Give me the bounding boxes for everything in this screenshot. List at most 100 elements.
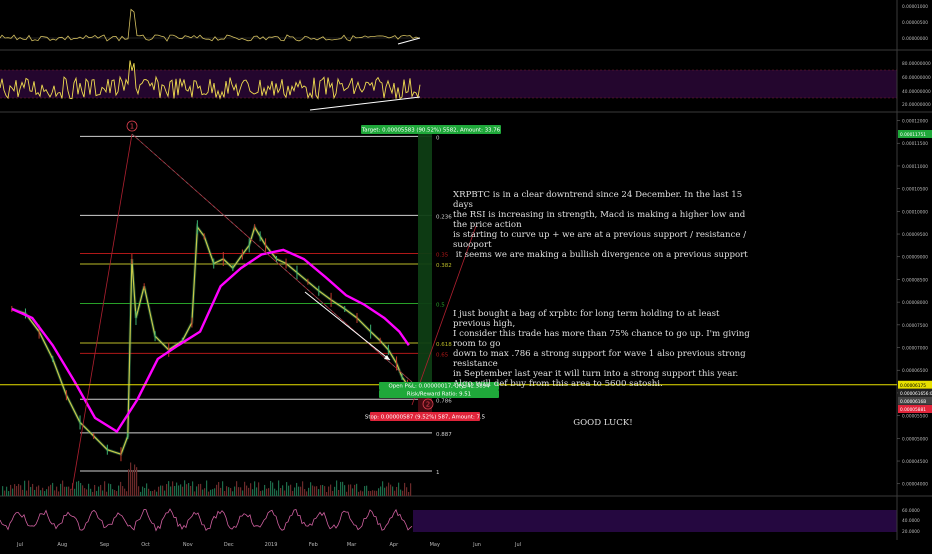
- volume-bar: [106, 491, 108, 496]
- volume-bar: [268, 488, 270, 496]
- volume-bar: [274, 488, 276, 496]
- volume-bar: [336, 480, 338, 496]
- volume-bar: [396, 486, 398, 496]
- volume-bar: [378, 488, 380, 496]
- volume-bar: [128, 469, 130, 496]
- bottom-tick-label: 40.0000: [902, 518, 920, 524]
- volume-bar: [256, 487, 258, 496]
- volume-bar: [216, 484, 218, 496]
- volume-bar: [380, 486, 382, 496]
- volume-bar: [68, 486, 70, 496]
- volume-bar: [76, 481, 78, 496]
- volume-bar: [214, 488, 216, 496]
- volume-bar: [202, 489, 204, 496]
- volume-bar: [280, 487, 282, 496]
- wave-label-0: 1: [130, 123, 134, 131]
- volume-bar: [408, 491, 410, 496]
- volume-bar: [248, 487, 250, 496]
- volume-bar: [90, 488, 92, 496]
- volume-bar: [182, 486, 184, 496]
- volume-bar: [224, 490, 226, 496]
- volume-bar: [142, 486, 144, 496]
- volume-bar: [108, 483, 110, 496]
- volume-bar: [276, 490, 278, 496]
- volume-bar: [164, 490, 166, 496]
- y-tick-label: 0.00009500: [902, 232, 928, 238]
- volume-bar: [246, 485, 248, 496]
- volume-bar: [376, 490, 378, 496]
- analysis-note: XRPBTC is in a clear downtrend since 24 …: [453, 170, 753, 438]
- volume-bar: [368, 490, 370, 496]
- volume-bar: [20, 485, 22, 496]
- volume-bar: [34, 489, 36, 496]
- volume-bar: [226, 486, 228, 496]
- wave-label-1: 2: [426, 401, 430, 409]
- volume-bar: [194, 491, 196, 496]
- volume-bar: [290, 484, 292, 496]
- volume-bar: [302, 481, 304, 496]
- volume-bar: [308, 487, 310, 496]
- target-label: Target: 0.00005583 (90.52%) 5582, Amount…: [361, 128, 501, 134]
- volume-bar: [314, 486, 316, 496]
- volume-bar: [154, 489, 156, 496]
- volume-bar: [366, 485, 368, 496]
- volume-bar: [204, 488, 206, 496]
- volume-bar: [30, 486, 32, 496]
- volume-bar: [50, 484, 52, 496]
- target-zone: [418, 134, 432, 385]
- volume-bar: [360, 490, 362, 496]
- volume-bar: [262, 490, 264, 496]
- volume-bar: [184, 480, 186, 496]
- volume-bar: [222, 481, 224, 496]
- fib-label-6: 0.65: [436, 352, 449, 358]
- volume-bar: [324, 486, 326, 496]
- volume-bar: [70, 488, 72, 496]
- volume-bar: [44, 491, 46, 496]
- fib-label-9: 1: [436, 470, 440, 476]
- volume-bar: [404, 482, 406, 496]
- fib-label-8: 0.887: [436, 432, 452, 438]
- y-tick-label: 0.00006500: [902, 368, 928, 374]
- price-tag-current: 0.00006175: [900, 383, 926, 389]
- volume-bar: [102, 490, 104, 496]
- volume-bar: [232, 491, 234, 496]
- volume-bar: [234, 486, 236, 496]
- fib-label-7: 0.786: [436, 398, 452, 404]
- volume-bar: [354, 484, 356, 496]
- volume-bar: [270, 480, 272, 496]
- y-tick-label: 0.00010500: [902, 187, 928, 193]
- volume-bar: [124, 488, 126, 496]
- x-tick-label: 2019: [265, 542, 278, 548]
- volume-bar: [264, 484, 266, 496]
- volume-bar: [150, 491, 152, 496]
- rsi-tick-label: 20.00000000: [902, 102, 931, 108]
- volume-bar: [346, 491, 348, 496]
- y-tick-label: 0.00007000: [902, 346, 928, 352]
- volume-bar: [136, 467, 138, 496]
- volume-bar: [6, 486, 8, 496]
- volume-bar: [40, 490, 42, 496]
- note-paragraph-2: I just bought a bag of xrpbtc for long t…: [453, 309, 750, 389]
- y-tick-label: 0.00010000: [902, 209, 928, 215]
- volume-bar: [212, 489, 214, 496]
- volume-bar: [242, 490, 244, 496]
- fib-label-0: 0: [436, 135, 440, 141]
- volume-bar: [200, 483, 202, 496]
- x-tick-label: Mar: [347, 542, 357, 548]
- volume-bar: [92, 491, 94, 496]
- volume-bar: [370, 491, 372, 496]
- volume-bar: [186, 484, 188, 496]
- volume-bar: [298, 486, 300, 496]
- x-tick-label: Sep: [100, 542, 109, 548]
- volume-bar: [88, 483, 90, 496]
- volume-bar: [372, 490, 374, 496]
- volume-bar: [82, 485, 84, 496]
- macd-tick-label: 0.00000000: [902, 36, 928, 42]
- volume-bar: [16, 486, 18, 496]
- volume-bar: [144, 487, 146, 496]
- volume-bar: [96, 490, 98, 496]
- volume-bar: [192, 481, 194, 496]
- volume-bar: [406, 487, 408, 496]
- x-tick-label: Aug: [57, 542, 67, 548]
- volume-bar: [168, 481, 170, 496]
